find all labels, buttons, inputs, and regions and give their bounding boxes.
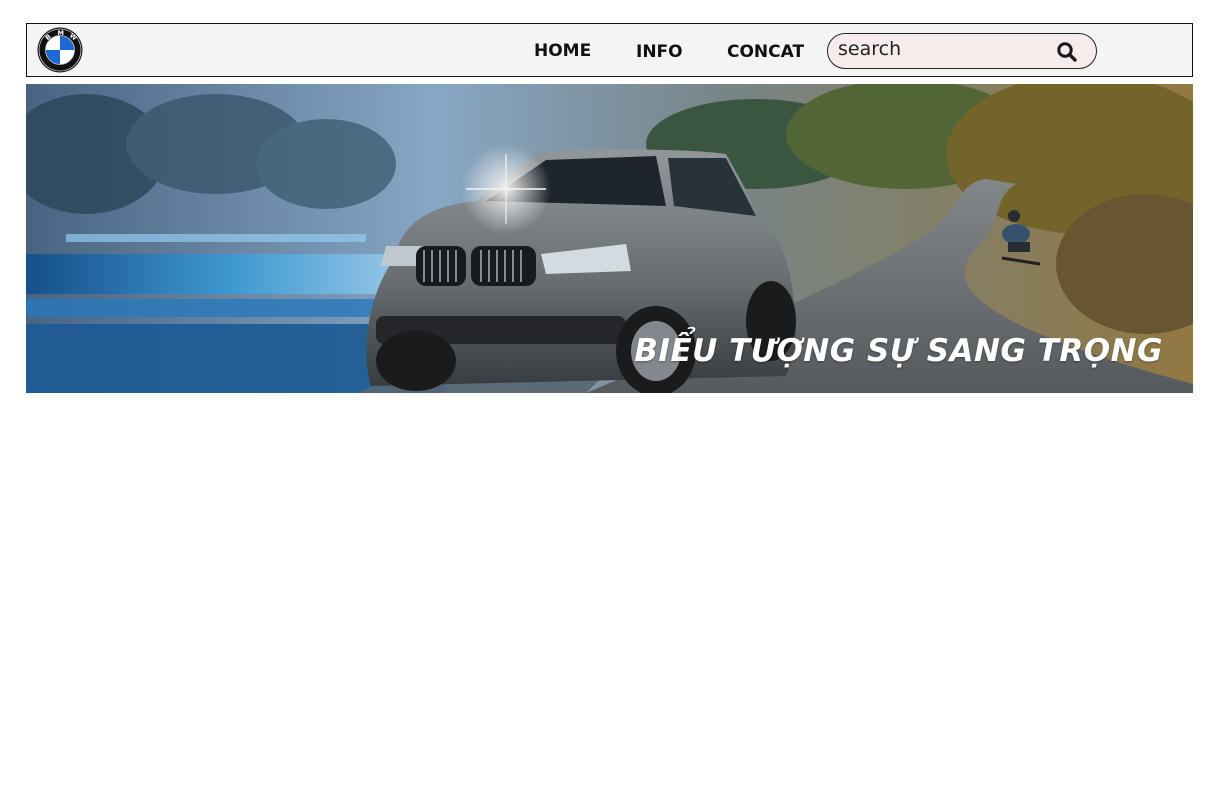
nav-concat[interactable]: CONCAT — [727, 44, 804, 61]
banner-slogan: BIỂU TƯỢNG SỰ SANG TRỌNG — [634, 333, 1163, 369]
search-box — [827, 33, 1097, 69]
search-icon — [1057, 42, 1077, 62]
nav-info[interactable]: INFO — [636, 44, 683, 61]
bmw-logo[interactable]: B M W — [37, 27, 83, 73]
site-header: B M W HOME INFO CONCAT — [26, 23, 1193, 77]
bmw-logo-icon: B M W — [37, 27, 83, 73]
hero-banner: BIỂU TƯỢNG SỰ SANG TRỌNG — [26, 84, 1193, 393]
nav-home[interactable]: HOME — [534, 43, 591, 60]
search-button[interactable] — [1055, 40, 1079, 64]
search-input[interactable] — [838, 36, 1038, 62]
svg-text:M: M — [58, 29, 64, 37]
